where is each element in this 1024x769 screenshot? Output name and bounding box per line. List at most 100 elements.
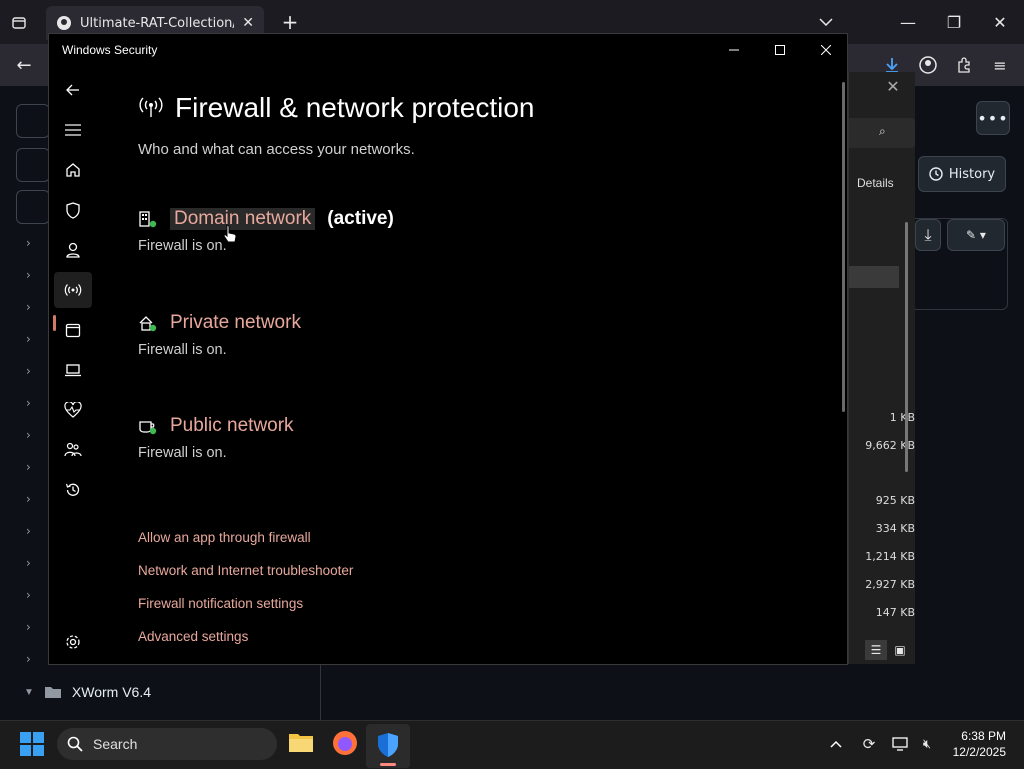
dialog-search-box[interactable]: ⌕ [849, 118, 915, 148]
taskbar-clock[interactable]: 6:38 PM 12/2/2025 [953, 728, 1006, 760]
account-profile-icon[interactable] [916, 53, 940, 77]
minimize-button[interactable] [711, 34, 757, 66]
more-options-button[interactable]: ••• [976, 101, 1010, 135]
firefox-icon [333, 731, 357, 755]
taskbar-search[interactable]: Search [57, 728, 277, 760]
tab-list-icon[interactable] [8, 12, 30, 34]
search-magnifier-icon: ⌕ [879, 124, 886, 138]
github-icon [57, 16, 71, 30]
page-title: Firewall & network protection [175, 92, 535, 123]
tree-chevron[interactable]: › [26, 268, 31, 282]
close-tab-icon[interactable]: ✕ [242, 15, 254, 31]
restore-browser-icon[interactable]: ❐ [942, 10, 966, 34]
public-network-section[interactable]: Public network Firewall is on. [138, 415, 294, 461]
tree-chevron[interactable]: › [26, 588, 31, 602]
dialog-scrollbar[interactable] [905, 222, 908, 472]
folder-icon [44, 687, 61, 698]
family-icon [64, 442, 82, 457]
tree-chevron[interactable]: › [26, 652, 31, 666]
details-view-icon[interactable]: ☰ [865, 640, 887, 660]
close-browser-icon[interactable]: ✕ [988, 10, 1012, 34]
content-scrollbar[interactable] [842, 82, 845, 412]
domain-network-section[interactable]: Domain network (active) Firewall is on. [138, 208, 394, 254]
extensions-icon[interactable] [952, 53, 976, 77]
file-size: 2,927 KB [865, 578, 915, 591]
show-hidden-icons-icon[interactable] [826, 734, 846, 754]
windows-security-window: Windows Security Firewall & network prot… [48, 33, 848, 665]
tree-chevron[interactable]: › [26, 460, 31, 474]
private-network-section[interactable]: Private network Firewall is on. [138, 312, 301, 358]
file-size: 925 KB [875, 494, 915, 507]
clock-time: 6:38 PM [961, 729, 1006, 743]
tree-chevron[interactable]: › [26, 396, 31, 410]
domain-network-status: Firewall is on. [138, 238, 227, 254]
nav-app-browser-control[interactable] [54, 312, 92, 348]
tree-chevron[interactable]: › [26, 492, 31, 506]
nav-home[interactable] [54, 152, 92, 188]
back-arrow-icon[interactable]: ← [12, 53, 36, 77]
nav-account-protection[interactable] [54, 232, 92, 268]
folder-explorer-icon [289, 734, 313, 752]
new-tab-icon[interactable]: + [278, 10, 302, 34]
start-button[interactable] [20, 732, 44, 760]
nav-virus-protection[interactable] [54, 192, 92, 228]
nav-settings[interactable] [54, 624, 92, 660]
notification-settings-link[interactable]: Firewall notification settings [138, 596, 303, 611]
troubleshooter-link[interactable]: Network and Internet troubleshooter [138, 563, 353, 578]
page-heading-icon [138, 96, 164, 123]
details-tab[interactable]: Details [857, 176, 894, 190]
file-actions-box: ⤓ ✎ ▾ [914, 218, 1008, 310]
nav-device-health[interactable] [54, 392, 92, 428]
branch-button[interactable] [16, 148, 50, 182]
advanced-settings-link[interactable]: Advanced settings [138, 629, 248, 644]
nav-family-options[interactable] [54, 432, 92, 468]
tree-chevron[interactable]: › [26, 428, 31, 442]
app-menu-icon[interactable]: ≡ [988, 53, 1012, 77]
shield-icon [66, 201, 80, 219]
nav-device-security[interactable] [54, 352, 92, 388]
nav-menu-button[interactable] [54, 112, 92, 148]
file-explorer-taskbar-button[interactable] [288, 731, 314, 757]
maximize-button[interactable] [757, 34, 803, 66]
history-label: History [948, 166, 996, 182]
window-titlebar[interactable]: Windows Security [49, 34, 849, 66]
windows-security-taskbar-button[interactable] [366, 724, 410, 768]
allow-app-link[interactable]: Allow an app through firewall [138, 530, 311, 545]
firefox-taskbar-button[interactable] [332, 730, 358, 760]
public-network-link[interactable]: Public network [170, 415, 294, 437]
history-clock-icon [929, 167, 943, 181]
edit-pencil-icon[interactable]: ✎ ▾ [947, 219, 1005, 251]
tree-chevron[interactable]: › [26, 620, 31, 634]
navigation-rail [49, 66, 97, 664]
tree-chevron[interactable]: › [26, 364, 31, 378]
sidebar-toggle-icon[interactable] [16, 104, 50, 138]
clock-date: 12/2/2025 [952, 745, 1006, 759]
windows-start-icon [20, 732, 44, 756]
private-network-link[interactable]: Private network [170, 312, 301, 334]
settings-icon [66, 635, 80, 649]
close-button[interactable] [803, 34, 849, 66]
tree-chevron[interactable]: › [26, 300, 31, 314]
network-icon[interactable] [890, 734, 912, 754]
download-file-icon[interactable]: ⤓ [915, 219, 941, 251]
preview-view-icon[interactable]: ▣ [889, 640, 911, 660]
tree-chevron[interactable]: › [26, 556, 31, 570]
nav-protection-history[interactable] [54, 472, 92, 508]
domain-network-link[interactable]: Domain network [170, 208, 316, 230]
minimize-browser-icon[interactable]: — [896, 10, 920, 34]
menu-icon [65, 124, 81, 136]
volume-muted-icon[interactable]: 🔇︎ [916, 734, 938, 754]
nav-firewall[interactable] [54, 272, 92, 308]
active-label: (active) [327, 208, 394, 229]
tree-chevron[interactable]: › [26, 524, 31, 538]
private-network-icon [139, 316, 157, 332]
tree-item-xworm[interactable]: ▼ XWorm V6.4 [24, 684, 151, 700]
nav-back-button[interactable] [54, 72, 92, 108]
sync-icon[interactable]: ⟳ [858, 734, 880, 754]
history-button[interactable]: History [918, 156, 1006, 192]
dialog-close-icon[interactable]: ✕ [881, 76, 905, 96]
file-search-icon[interactable] [16, 190, 50, 224]
list-all-tabs-icon[interactable] [814, 10, 838, 34]
tree-chevron[interactable]: › [26, 236, 31, 250]
tree-chevron[interactable]: › [26, 332, 31, 346]
